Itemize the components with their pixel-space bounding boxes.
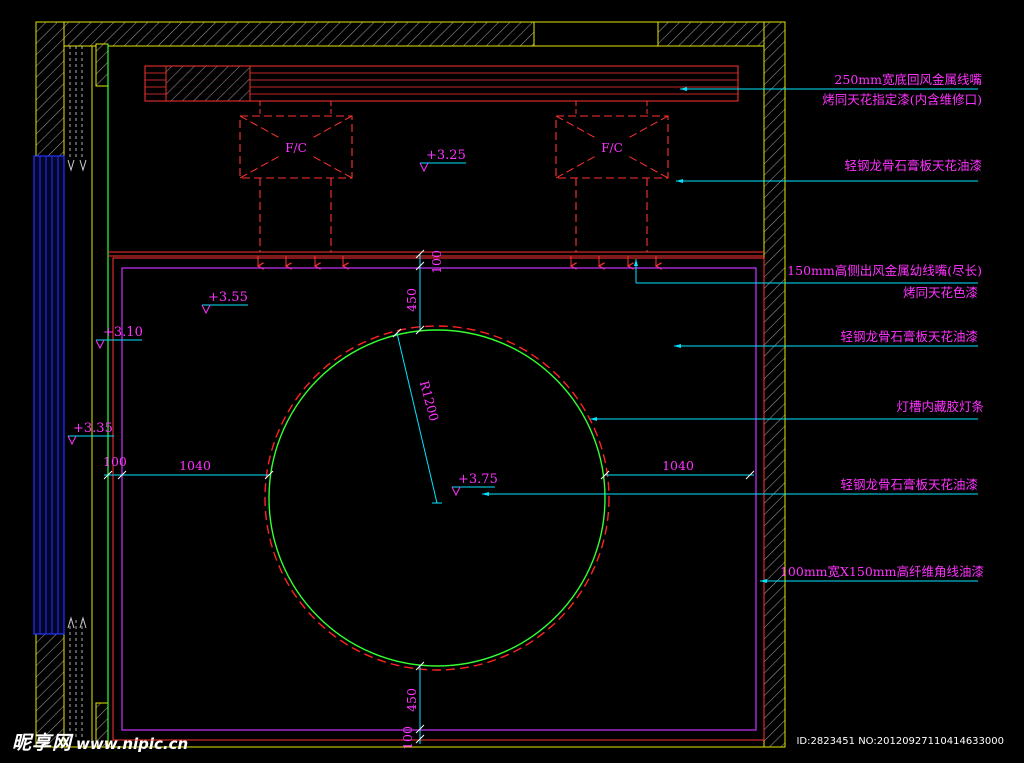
annotation-supply-grille-1: 150mm高侧出风金属幼线嘴(尽长) [787,263,982,278]
level-marker: +3.25 [419,148,466,173]
light-cove [268,329,606,667]
dim-left-span: 1040 [179,458,211,473]
annotation-ceiling-paint: 轻钢龙骨石膏板天花油漆 [844,158,982,173]
annotation-return-grille-2: 烤同天花指定漆(内含维修口) [822,92,982,107]
ceiling-plan-drawing: F/C F/C 100 450 R1200 100 1040 1040 450 … [33,21,984,750]
annotation-cornice: 100mm宽X150mm高纤维角线油漆 [780,564,984,579]
window-track [67,46,87,740]
dim-right-span: 1040 [662,458,694,473]
cornice-line [121,267,757,731]
dim-top-gap: 100 [429,250,444,274]
fan-coil-unit-left: F/C [239,115,353,252]
level-marker: +3.75 [451,472,498,497]
fan-coil-unit-right: F/C [555,115,669,252]
return-air-grille [144,65,739,116]
wall-opening [533,21,659,47]
svg-text:+3.55: +3.55 [208,290,248,305]
svg-text:+3.10: +3.10 [103,325,143,340]
dimension-lines [103,249,755,744]
annotation-ceiling-paint: 轻钢龙骨石膏板天花油漆 [840,329,978,344]
watermark-url: www.nipic.cn [76,735,189,753]
cove-outer-edge [264,325,610,671]
annotation-ceiling-paint: 轻钢龙骨石膏板天花油漆 [840,477,978,492]
fan-coil-label: F/C [285,141,307,155]
svg-text:+3.35: +3.35 [73,421,113,436]
fan-coil-label: F/C [601,141,623,155]
image-id: ID:2823451 NO:20120927110414633000 [796,736,1004,747]
dim-left-small: 100 [103,454,127,469]
walls [35,21,786,748]
dim-bottom-offset: 450 [404,688,419,712]
watermark: 昵享网 www.nipic.cn [12,728,188,755]
annotation-light-strip: 灯槽内藏胶灯条 [896,399,984,414]
curtain [33,155,65,635]
svg-text:+3.25: +3.25 [426,148,466,163]
level-marker: +3.10 [95,325,143,350]
level-marker: +3.55 [201,290,248,315]
dim-bottom-gap: 100 [400,726,415,750]
annotation-supply-grille-2: 烤同天花色漆 [903,285,978,300]
dim-top-offset: 450 [404,288,419,312]
svg-text:+3.75: +3.75 [458,472,498,487]
watermark-site: 昵享网 [12,732,73,754]
dim-radius: R1200 [417,379,442,423]
level-marker: +3.35 [67,421,114,446]
annotation-return-grille-1: 250mm宽底回风金属线嘴 [834,72,982,87]
